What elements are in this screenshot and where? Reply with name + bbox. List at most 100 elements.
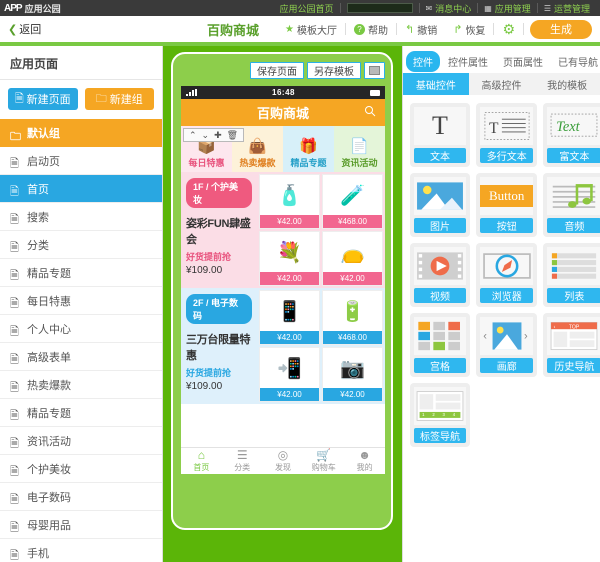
- widget-card-0[interactable]: T 文本: [410, 103, 470, 167]
- search-icon[interactable]: [364, 105, 376, 117]
- sidebar-item-7[interactable]: 🗎 个人中心: [0, 315, 162, 343]
- sidebar-item-12[interactable]: 🗎 个护美妆: [0, 455, 162, 483]
- svg-text:‹: ‹: [483, 330, 487, 342]
- category-item-3[interactable]: 📄 资讯活动: [334, 126, 385, 172]
- sidebar-item-8[interactable]: 🗎 高级表单: [0, 343, 162, 371]
- svg-text:›: ›: [524, 330, 528, 342]
- phone-tab-2[interactable]: ◎ 发现: [263, 448, 304, 474]
- category-item-2[interactable]: 🎁 精品专题: [283, 126, 334, 172]
- product-price: ¥42.00: [260, 331, 319, 344]
- divider: [523, 23, 524, 35]
- move-down-icon[interactable]: ⌄: [202, 130, 210, 140]
- sidebar-item-label: 个人中心: [27, 323, 71, 336]
- widget-toolbar[interactable]: ⌃ ⌄ ✚ 🗑: [183, 128, 245, 142]
- sidebar-item-5[interactable]: 🗎 精品专题: [0, 259, 162, 287]
- widget-card-10[interactable]: ‹ › 画廊: [476, 313, 538, 377]
- widget-card-4[interactable]: Button 按钮: [476, 173, 538, 237]
- widget-card-9[interactable]: 宫格: [410, 313, 470, 377]
- preview-icon-button[interactable]: [364, 62, 385, 79]
- panel-subtab-0[interactable]: 基础控件: [403, 73, 469, 95]
- delete-icon[interactable]: 🗑: [227, 130, 238, 140]
- page-icon: 🗎: [10, 158, 19, 170]
- widget-card-8[interactable]: 列表: [543, 243, 600, 307]
- product-cell[interactable]: 🧴 ¥42.00: [259, 174, 320, 229]
- new-group-button[interactable]: 🗀 新建组: [84, 88, 154, 110]
- phone-tab-1[interactable]: ☰ 分类: [222, 448, 263, 474]
- design-canvas[interactable]: 保存页面 另存模板 16:48 百购商城 ⌃ ⌄ ✚ 🗑 📦 每日特惠 👜 热卖…: [163, 46, 402, 562]
- sidebar-item-11[interactable]: 🗎 资讯活动: [0, 427, 162, 455]
- widget-card-12[interactable]: 1 2 3 4 标签导航: [410, 383, 470, 447]
- phone-tabbar[interactable]: ⌂ 首页 ☰ 分类 ◎ 发现 🛒 购物车 ☻ 我的: [181, 447, 385, 474]
- sidebar-item-label: 个护美妆: [27, 463, 71, 476]
- topbar-link-ops-manage[interactable]: ☰ 运营管理: [538, 2, 596, 15]
- sidebar-item-0[interactable]: 🗀 默认组: [0, 119, 162, 147]
- page-list: 🗀 默认组 🗎 启动页 🗎 首页 🗎 搜索 🗎 分类 🗎 精品专题 🗎 每日特惠 🗎 个人中心 🗎 高级表单 🗎 热卖…: [0, 119, 162, 562]
- floor-section-1[interactable]: 2F / 电子数码 三万台限量特惠 好货提前抢 ¥109.00 📱 ¥42.00 🔋 ¥468…: [181, 288, 385, 404]
- site-logo[interactable]: APP 应用公园: [4, 2, 61, 15]
- undo-icon: ↰: [405, 23, 415, 36]
- widget-card-5[interactable]: 音频: [543, 173, 600, 237]
- gear-icon[interactable]: ⚙: [494, 21, 523, 38]
- phone-tab-4[interactable]: ☻ 我的: [344, 448, 385, 474]
- floor-price: ¥109.00: [186, 381, 223, 392]
- sidebar-item-15[interactable]: 🗎 手机: [0, 539, 162, 562]
- widget-label: 按钮: [480, 218, 534, 233]
- floor-promo[interactable]: 1F / 个护美妆 姿彩FUN肆盛会 好货提前抢 ¥109.00: [181, 172, 257, 288]
- generate-button[interactable]: 生成: [530, 19, 592, 39]
- product-cell[interactable]: 🔋 ¥468.00: [322, 290, 383, 345]
- tab-icon: ☰: [236, 448, 248, 462]
- back-button[interactable]: ❮ 返回: [8, 21, 41, 37]
- panel-subtab-2[interactable]: 我的模板: [534, 73, 600, 95]
- topbar-link-app-manage[interactable]: ▦ 应用管理: [478, 2, 537, 15]
- panel-subtab-1[interactable]: 高级控件: [468, 73, 535, 95]
- sidebar-item-1[interactable]: 🗎 启动页: [0, 147, 162, 175]
- widget-card-6[interactable]: 视频: [410, 243, 470, 307]
- add-icon[interactable]: ✚: [214, 130, 222, 140]
- svg-text:‹: ‹: [554, 324, 556, 330]
- sidebar-item-9[interactable]: 🗎 热卖爆款: [0, 371, 162, 399]
- phone-tab-3[interactable]: 🛒 购物车: [303, 448, 344, 474]
- topbar-link-messages[interactable]: ✉ 消息中心: [420, 2, 478, 15]
- widget-card-1[interactable]: T 多行文本: [476, 103, 538, 167]
- phone-tab-0[interactable]: ⌂ 首页: [181, 448, 222, 474]
- sidebar-item-6[interactable]: 🗎 每日特惠: [0, 287, 162, 315]
- new-page-button[interactable]: 🗎 新建页面: [8, 88, 78, 110]
- widget-label: 多行文本: [480, 148, 534, 163]
- floor-section-0[interactable]: 1F / 个护美妆 姿彩FUN肆盛会 好货提前抢 ¥109.00 🧴 ¥42.00 🧪 ¥46…: [181, 172, 385, 288]
- product-cell[interactable]: 📷 ¥42.00: [322, 347, 383, 402]
- help-button[interactable]: ? 帮助: [346, 22, 396, 37]
- panel-tab-0[interactable]: 控件: [406, 51, 440, 72]
- product-cell[interactable]: 📱 ¥42.00: [259, 290, 320, 345]
- move-up-icon[interactable]: ⌃: [189, 130, 197, 140]
- sidebar-item-3[interactable]: 🗎 搜索: [0, 203, 162, 231]
- topbar-search-input[interactable]: [346, 3, 413, 13]
- topbar-link-home[interactable]: 应用公园首页: [274, 2, 340, 15]
- category-label: 每日特惠: [188, 158, 225, 168]
- panel-tab-3[interactable]: 已有导航: [551, 51, 600, 72]
- undo-button[interactable]: ↰ 撤销: [397, 22, 445, 37]
- sidebar-item-14[interactable]: 🗎 母婴用品: [0, 511, 162, 539]
- save-page-button[interactable]: 保存页面: [250, 62, 304, 79]
- panel-tab-1[interactable]: 控件属性: [441, 51, 495, 72]
- template-hall-button[interactable]: ★ 模板大厅: [277, 22, 345, 37]
- product-cell[interactable]: 👝 ¥42.00: [322, 231, 383, 286]
- product-cell[interactable]: 💐 ¥42.00: [259, 231, 320, 286]
- category-nav[interactable]: ⌃ ⌄ ✚ 🗑 📦 每日特惠 👜 热卖爆款 🎁 精品专题 📄 资讯活动: [181, 126, 385, 172]
- product-image: 📷: [340, 357, 365, 380]
- sidebar-item-13[interactable]: 🗎 电子数码: [0, 483, 162, 511]
- save-template-button[interactable]: 另存模板: [307, 62, 361, 79]
- product-cell[interactable]: 🧪 ¥468.00: [322, 174, 383, 229]
- redo-button[interactable]: ↱ 恢复: [445, 22, 493, 37]
- widget-card-11[interactable]: TOP ‹ 历史导航: [543, 313, 600, 377]
- sidebar-item-2[interactable]: 🗎 首页: [0, 175, 162, 203]
- panel-tab-2[interactable]: 页面属性: [496, 51, 550, 72]
- sidebar-item-4[interactable]: 🗎 分类: [0, 231, 162, 259]
- sidebar-item-10[interactable]: 🗎 精品专题: [0, 399, 162, 427]
- floor-promo[interactable]: 2F / 电子数码 三万台限量特惠 好货提前抢 ¥109.00: [181, 288, 257, 404]
- product-cell[interactable]: 📲 ¥42.00: [259, 347, 320, 402]
- widget-card-3[interactable]: 图片: [410, 173, 470, 237]
- widget-label: 画廊: [480, 358, 534, 373]
- widget-card-7[interactable]: 浏览器: [476, 243, 538, 307]
- widget-card-2[interactable]: Text 富文本: [543, 103, 600, 167]
- product-image: 📱: [277, 300, 302, 323]
